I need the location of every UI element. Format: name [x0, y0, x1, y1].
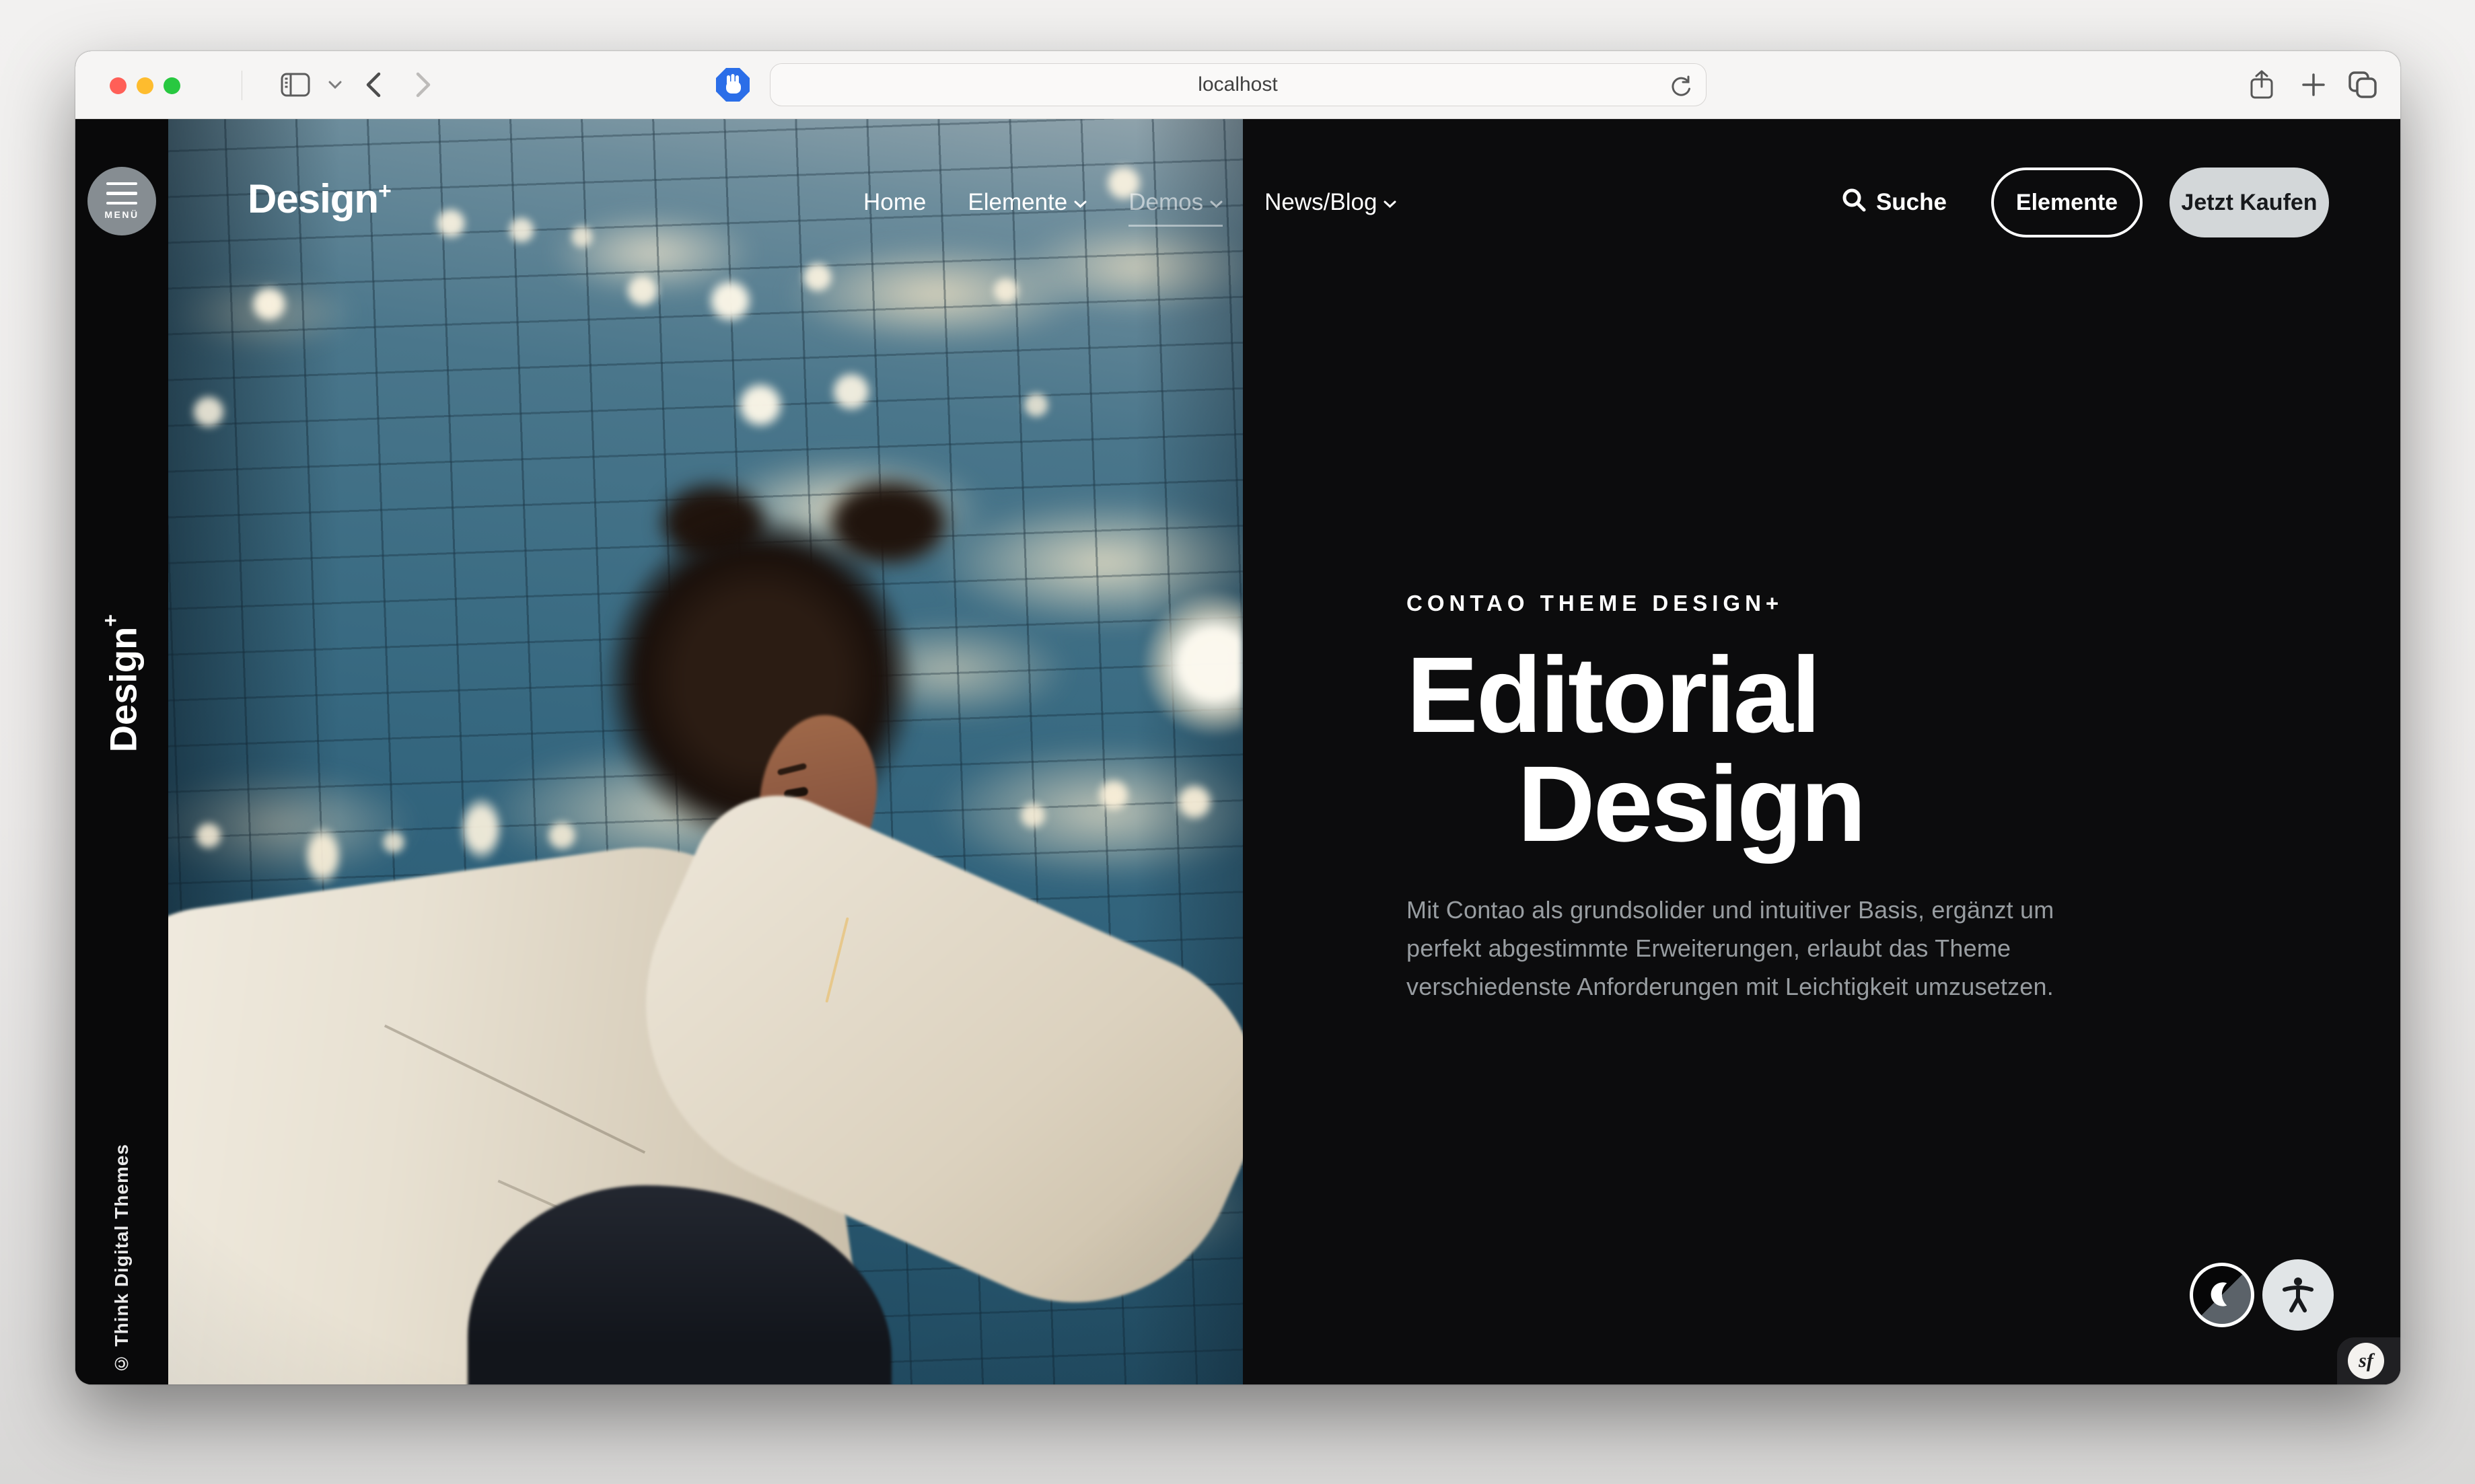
left-rail: MENÜ Design+ © Think Digital Themes [75, 119, 168, 1384]
reload-icon[interactable] [1670, 73, 1692, 103]
nav-item-home[interactable]: Home [863, 189, 926, 227]
hero-title: Editorial Design [1406, 640, 2160, 858]
symfony-profiler-badge[interactable]: sf [2337, 1337, 2400, 1384]
hero-paragraph: Mit Contao als grundsolider und intuitiv… [1406, 891, 2110, 1006]
search-button[interactable]: Suche [1841, 187, 1947, 219]
chevron-down-icon [1384, 200, 1396, 208]
elemente-button[interactable]: Elemente [1991, 168, 2143, 237]
address-bar-url: localhost [1198, 73, 1277, 96]
accessibility-icon [2279, 1275, 2317, 1315]
chevron-down-icon [1074, 200, 1087, 208]
magnifier-icon [1841, 187, 1867, 219]
back-icon[interactable] [366, 72, 381, 98]
chevron-down-icon [1210, 200, 1223, 208]
dark-mode-toggle[interactable] [2190, 1263, 2254, 1327]
zoom-window-button[interactable] [164, 77, 180, 94]
tab-overview-icon[interactable] [2348, 71, 2377, 98]
header-actions: Suche Elemente Jetzt Kaufen [1841, 168, 2329, 237]
close-window-button[interactable] [110, 77, 127, 94]
browser-window: localhost [75, 51, 2400, 1384]
search-label: Suche [1876, 189, 1947, 216]
address-bar[interactable]: localhost [770, 63, 1707, 106]
copyright-text: © Think Digital Themes [111, 1144, 133, 1374]
page-viewport: MENÜ Design+ © Think Digital Themes [75, 119, 2400, 1384]
moon-icon [2205, 1277, 2239, 1313]
tab-group-chevron-icon[interactable] [328, 81, 342, 89]
site-header: Design+ Home Elemente Demos [75, 119, 2400, 287]
symfony-logo: sf [2348, 1343, 2384, 1379]
hero-photo [168, 119, 1243, 1384]
minimize-window-button[interactable] [137, 77, 153, 94]
share-icon[interactable] [2250, 70, 2273, 100]
accessibility-button[interactable] [2262, 1259, 2334, 1331]
forward-icon[interactable] [416, 72, 431, 98]
site-logo[interactable]: Design+ [248, 176, 391, 222]
buy-now-button[interactable]: Jetzt Kaufen [2169, 168, 2329, 237]
new-tab-icon[interactable] [2301, 73, 2326, 97]
sidebar-toggle-icon[interactable] [281, 73, 310, 97]
photo-vignette [168, 119, 1243, 1384]
nav-item-elemente[interactable]: Elemente [968, 189, 1087, 227]
nav-item-demos[interactable]: Demos [1128, 189, 1223, 227]
hero-copy: CONTAO THEME DESIGN+ Editorial Design Mi… [1406, 591, 2160, 1006]
vertical-logo: Design+ [98, 614, 145, 752]
browser-toolbar: localhost [75, 51, 2400, 119]
hero-eyebrow: CONTAO THEME DESIGN+ [1406, 591, 2160, 616]
hero-title-line2: Design [1517, 749, 2160, 858]
nav-item-news-blog[interactable]: News/Blog [1264, 189, 1396, 227]
main-navigation: Home Elemente Demos News/Blog [863, 189, 1396, 227]
content-blocker-shield-icon[interactable] [715, 67, 751, 103]
hero-title-line1: Editorial [1406, 634, 1819, 755]
